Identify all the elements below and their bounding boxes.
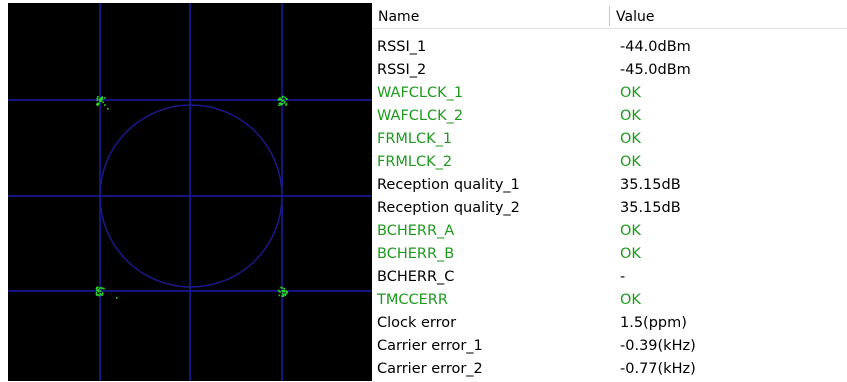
constellation-point bbox=[97, 103, 100, 106]
constellation-point bbox=[104, 104, 106, 106]
constellation-plot bbox=[8, 3, 372, 381]
row-value: -0.39(kHz) bbox=[620, 338, 696, 354]
constellation-point bbox=[283, 102, 286, 104]
row-name: FRMLCK_1 bbox=[377, 131, 453, 147]
row-value: 35.15dB bbox=[620, 177, 681, 193]
row-value: 1.5(ppm) bbox=[620, 315, 687, 331]
constellation-point bbox=[285, 103, 288, 105]
table-row[interactable]: RSSI_1 -44.0dBm bbox=[372, 36, 847, 59]
row-value: OK bbox=[620, 292, 641, 308]
table-row[interactable]: Reception quality_2 35.15dB bbox=[372, 197, 847, 220]
status-table: Name Value RSSI_1 -44.0dBm RSSI_2 -45.0dBm W… bbox=[372, 4, 847, 382]
row-value: 35.15dB bbox=[620, 200, 681, 216]
constellation-point bbox=[278, 102, 281, 105]
row-name: WAFCLCK_1 bbox=[377, 85, 464, 101]
constellation-point bbox=[285, 97, 288, 100]
constellation-point bbox=[99, 290, 102, 292]
table-row[interactable]: WAFCLCK_2 OK bbox=[372, 105, 847, 128]
row-value: OK bbox=[620, 223, 641, 239]
table-row[interactable]: Reception quality_1 35.15dB bbox=[372, 174, 847, 197]
row-value: OK bbox=[620, 85, 641, 101]
constellation-point bbox=[281, 103, 284, 105]
constellation-point bbox=[101, 287, 103, 289]
row-name: BCHERR_C bbox=[377, 269, 455, 285]
constellation-point bbox=[99, 287, 101, 290]
table-header: Name Value bbox=[372, 4, 847, 29]
row-name: RSSI_2 bbox=[377, 62, 427, 78]
row-name: WAFCLCK_2 bbox=[377, 108, 464, 124]
constellation-point bbox=[279, 104, 282, 106]
constellation-point bbox=[97, 289, 99, 291]
constellation-point bbox=[107, 108, 109, 110]
constellation-point bbox=[280, 286, 282, 289]
constellation-point bbox=[279, 99, 281, 101]
constellation-point bbox=[96, 97, 99, 100]
constellation-point bbox=[96, 103, 98, 106]
constellation-point bbox=[285, 293, 287, 295]
constellation-point bbox=[284, 96, 286, 99]
constellation-point bbox=[97, 96, 99, 98]
table-row[interactable]: WAFCLCK_1 OK bbox=[372, 82, 847, 105]
row-value: OK bbox=[620, 131, 641, 147]
table-row[interactable]: BCHERR_A OK bbox=[372, 220, 847, 243]
table-row[interactable]: FRMLCK_1 OK bbox=[372, 128, 847, 151]
constellation-point bbox=[279, 291, 281, 293]
constellation-point bbox=[282, 99, 285, 102]
row-value: -0.77(kHz) bbox=[620, 361, 696, 377]
table-row[interactable]: RSSI_2 -45.0dBm bbox=[372, 59, 847, 82]
constellation-point bbox=[281, 295, 284, 297]
constellation-point bbox=[282, 95, 285, 98]
row-name: Clock error bbox=[377, 315, 457, 331]
table-row[interactable]: Clock error 1.5(ppm) bbox=[372, 312, 847, 335]
row-value: OK bbox=[620, 108, 641, 124]
column-header-value[interactable]: Value bbox=[610, 4, 847, 28]
constellation-point bbox=[99, 97, 102, 100]
table-row[interactable]: Carrier error_1 -0.39(kHz) bbox=[372, 335, 847, 358]
constellation-point bbox=[96, 287, 98, 289]
table-row[interactable]: TMCCERR OK bbox=[372, 289, 847, 312]
constellation-point bbox=[116, 297, 118, 299]
constellation-point bbox=[277, 290, 280, 292]
row-name: Reception quality_2 bbox=[377, 200, 520, 216]
row-name: RSSI_1 bbox=[377, 39, 427, 55]
column-header-name[interactable]: Name bbox=[372, 4, 610, 28]
constellation-point bbox=[283, 290, 285, 292]
row-name: TMCCERR bbox=[377, 292, 448, 308]
table-row[interactable]: Carrier error_2 -0.77(kHz) bbox=[372, 358, 847, 381]
constellation-point bbox=[102, 292, 104, 294]
row-name: Carrier error_2 bbox=[377, 361, 483, 377]
constellation-point bbox=[102, 101, 104, 103]
table-row[interactable]: BCHERR_B OK bbox=[372, 243, 847, 266]
row-value: -44.0dBm bbox=[620, 39, 691, 55]
constellation-point bbox=[98, 294, 101, 297]
table-body: RSSI_1 -44.0dBm RSSI_2 -45.0dBm WAFCLCK_1 OK W… bbox=[372, 29, 847, 381]
constellation-point bbox=[96, 294, 98, 296]
constellation-point bbox=[278, 294, 281, 297]
row-name: Carrier error_1 bbox=[377, 338, 483, 354]
row-value: - bbox=[620, 269, 626, 285]
table-row[interactable]: FRMLCK_2 OK bbox=[372, 151, 847, 174]
constellation-point bbox=[100, 99, 103, 101]
row-name: BCHERR_A bbox=[377, 223, 455, 239]
row-name: Reception quality_1 bbox=[377, 177, 520, 193]
constellation-point bbox=[283, 288, 286, 290]
constellation-point bbox=[99, 293, 102, 295]
constellation-point bbox=[99, 100, 101, 103]
constellation-point bbox=[277, 98, 280, 101]
constellation-point bbox=[95, 291, 98, 294]
constellation-point bbox=[102, 287, 105, 290]
row-value: OK bbox=[620, 154, 641, 170]
row-name: FRMLCK_2 bbox=[377, 154, 453, 170]
receiver-status-window: Name Value RSSI_1 -44.0dBm RSSI_2 -45.0dBm W… bbox=[0, 0, 847, 382]
constellation-point bbox=[282, 290, 284, 293]
constellation-point bbox=[278, 104, 280, 106]
constellation-point bbox=[286, 291, 288, 293]
table-row[interactable]: BCHERR_C - bbox=[372, 266, 847, 289]
row-name: BCHERR_B bbox=[377, 246, 455, 262]
constellation-point bbox=[104, 97, 106, 99]
constellation-display bbox=[8, 3, 372, 381]
row-value: OK bbox=[620, 246, 641, 262]
row-value: -45.0dBm bbox=[620, 62, 691, 78]
constellation-point bbox=[96, 99, 99, 102]
